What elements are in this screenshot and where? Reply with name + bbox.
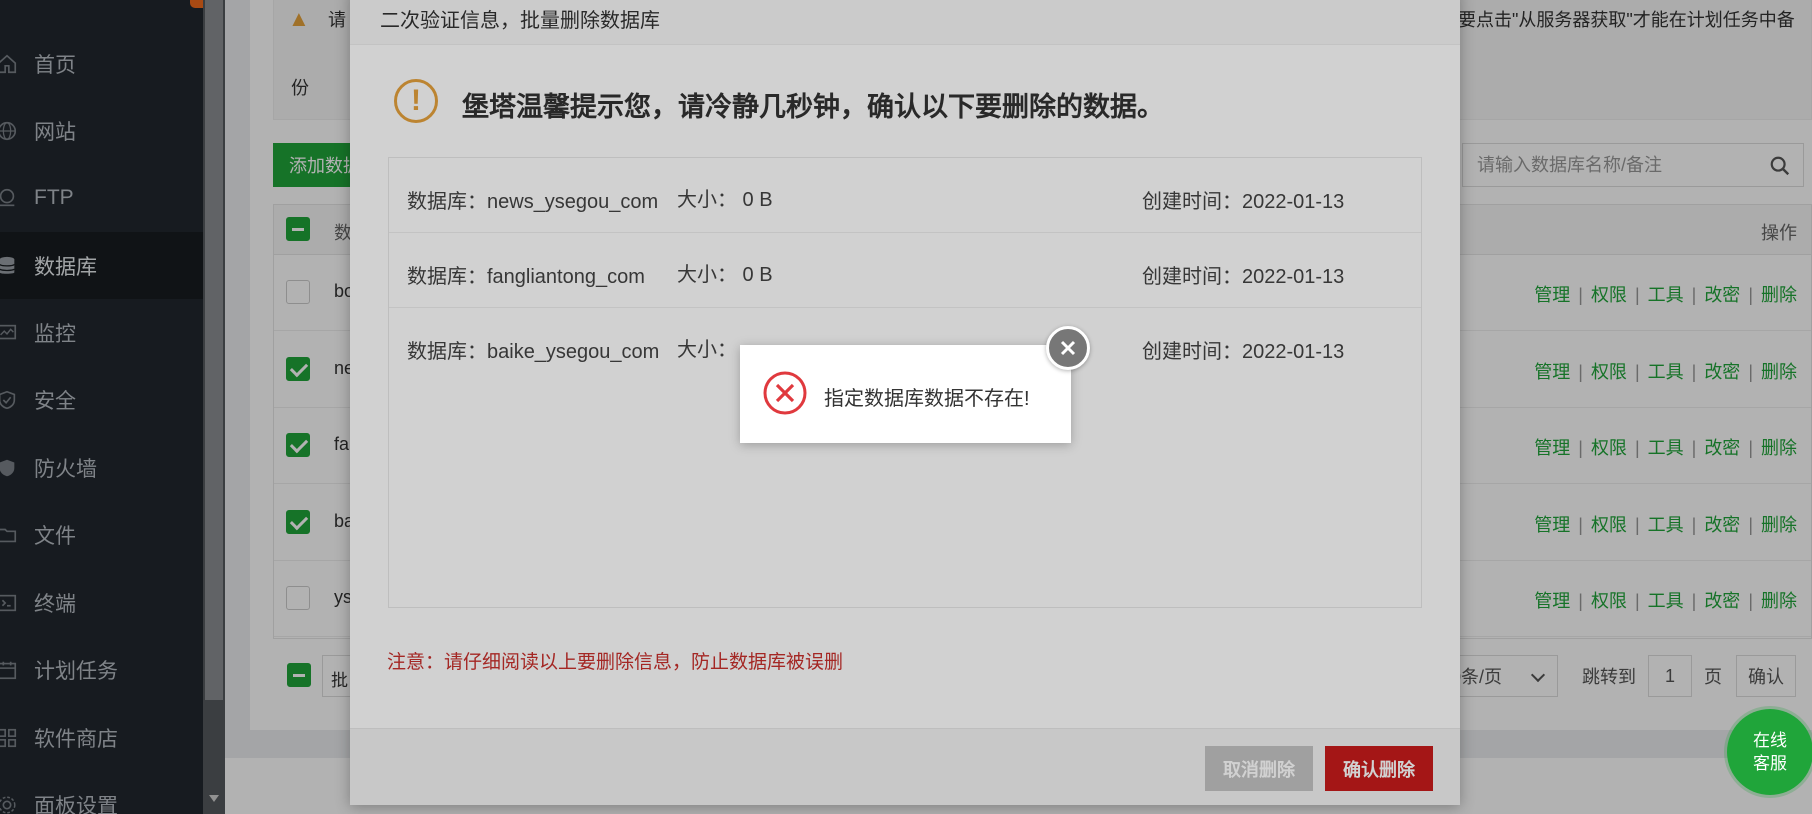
toast-close-icon[interactable] [1046,326,1090,370]
online-support-button[interactable]: 在线 客服 [1727,709,1812,795]
support-label-line1: 在线 [1753,731,1787,750]
toast-message: 指定数据库数据不存在! [824,388,1030,410]
error-toast: 指定数据库数据不存在! [740,326,1090,443]
support-label-line2: 客服 [1753,754,1787,773]
error-icon [763,371,807,415]
